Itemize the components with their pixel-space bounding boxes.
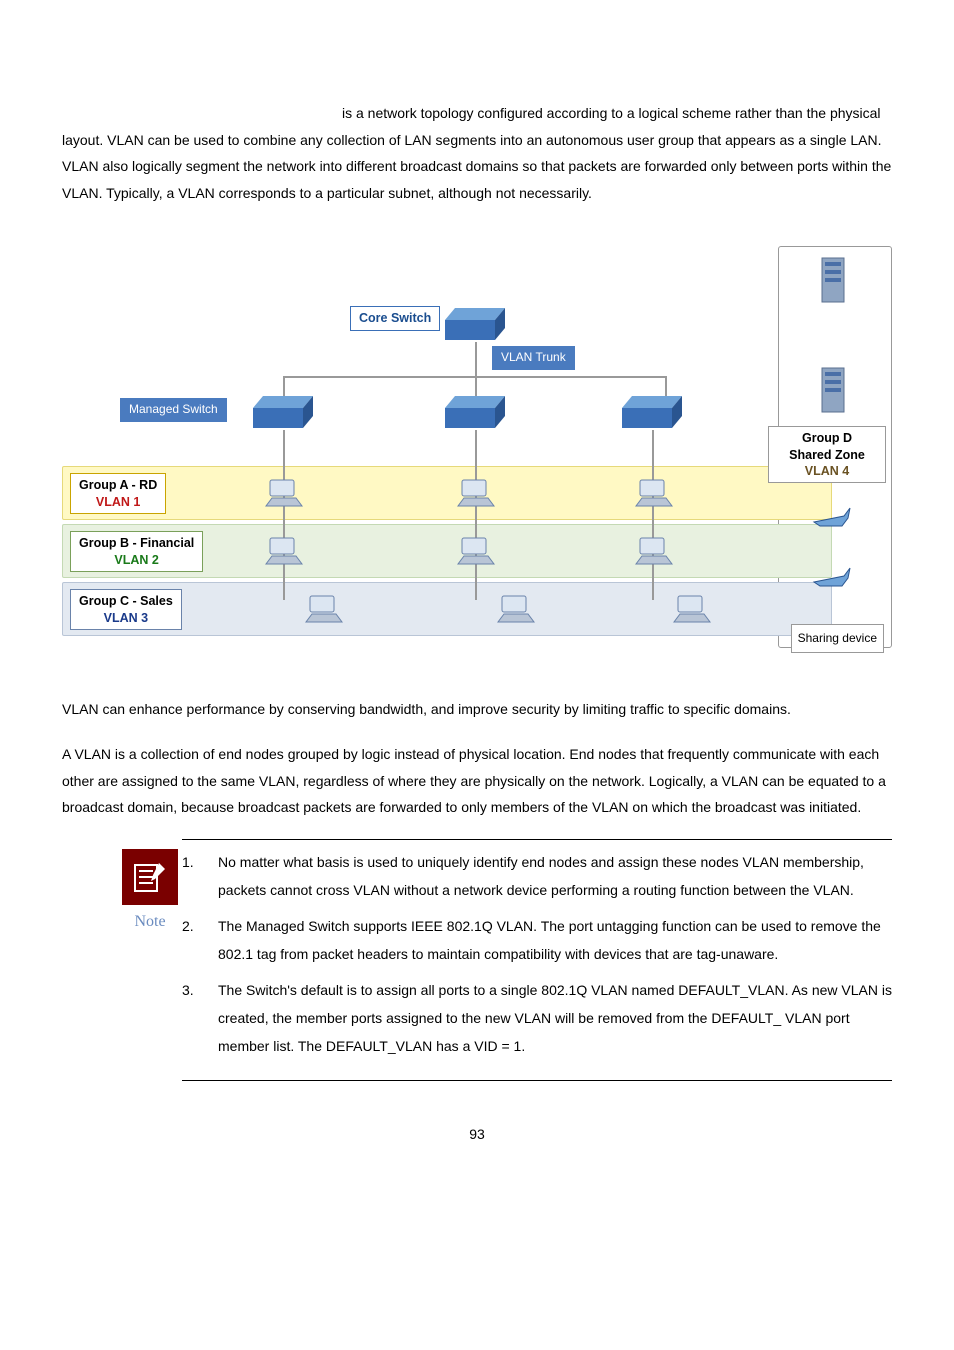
laptop-icon xyxy=(632,478,676,508)
core-switch-label: Core Switch xyxy=(350,306,440,330)
group-a-vlan: VLAN 1 xyxy=(96,495,140,509)
group-d-label: Group D Shared Zone VLAN 4 xyxy=(768,426,886,483)
note-number: 1. xyxy=(182,848,198,904)
laptop-icon xyxy=(454,536,498,566)
sharing-device-icon xyxy=(812,566,852,588)
group-b-vlan: VLAN 2 xyxy=(114,553,158,567)
managed-switch-icon xyxy=(248,396,318,430)
vlan-trunk-label: VLAN Trunk xyxy=(492,346,575,370)
page-number: 93 xyxy=(62,1121,892,1148)
note-item: 3. The Switch's default is to assign all… xyxy=(182,976,892,1060)
laptop-icon xyxy=(302,594,346,624)
link-line xyxy=(475,430,477,600)
laptop-icon xyxy=(670,594,714,624)
managed-switch-icon xyxy=(617,396,687,430)
laptop-icon xyxy=(632,536,676,566)
laptop-icon xyxy=(454,478,498,508)
group-b-label: Group B - Financial VLAN 2 xyxy=(70,531,203,572)
link-line xyxy=(475,342,477,396)
note-item: 1. No matter what basis is used to uniqu… xyxy=(182,848,892,904)
note-number: 3. xyxy=(182,976,198,1060)
note-icon-column: Note xyxy=(122,849,178,937)
group-d-title: Group D xyxy=(802,431,852,445)
note-text: The Switch's default is to assign all po… xyxy=(218,976,892,1060)
group-c-label: Group C - Sales VLAN 3 xyxy=(70,589,182,630)
group-c-title: Group C - Sales xyxy=(79,594,173,608)
group-a-title: Group A - RD xyxy=(79,478,157,492)
managed-switch-icon xyxy=(440,396,510,430)
vlan-topology-diagram: Core Switch VLAN Trunk Managed Switch Gr… xyxy=(62,226,892,666)
note-number: 2. xyxy=(182,912,198,968)
note-text: No matter what basis is used to uniquely… xyxy=(218,848,892,904)
vlan1-band xyxy=(62,466,832,520)
server-icon xyxy=(820,366,848,416)
group-d-sub: Shared Zone xyxy=(789,448,865,462)
note-list: 1. No matter what basis is used to uniqu… xyxy=(182,848,892,1068)
group-b-title: Group B - Financial xyxy=(79,536,194,550)
link-line xyxy=(665,376,667,398)
core-switch-icon xyxy=(440,308,510,342)
sharing-device-icon xyxy=(812,506,852,528)
link-line xyxy=(283,376,667,378)
note-label: Note xyxy=(122,907,178,937)
group-a-label: Group A - RD VLAN 1 xyxy=(70,473,166,514)
sharing-device-label: Sharing device xyxy=(791,624,884,653)
laptop-icon xyxy=(262,536,306,566)
server-icon xyxy=(820,256,848,306)
group-d-vlan: VLAN 4 xyxy=(805,464,849,478)
paragraph-collection: A VLAN is a collection of end nodes grou… xyxy=(62,741,892,821)
link-line xyxy=(283,430,285,600)
note-icon xyxy=(122,849,178,905)
laptop-icon xyxy=(262,478,306,508)
group-c-vlan: VLAN 3 xyxy=(104,611,148,625)
note-block: 1. No matter what basis is used to uniqu… xyxy=(182,839,892,1081)
paragraph-performance: VLAN can enhance performance by conservi… xyxy=(62,696,892,723)
managed-switch-label: Managed Switch xyxy=(120,398,227,422)
note-item: 2. The Managed Switch supports IEEE 802.… xyxy=(182,912,892,968)
note-text: The Managed Switch supports IEEE 802.1Q … xyxy=(218,912,892,968)
intro-paragraph: is a network topology configured accordi… xyxy=(62,100,892,206)
intro-text: is a network topology configured accordi… xyxy=(62,105,891,201)
link-line xyxy=(283,376,285,398)
link-line xyxy=(652,430,654,600)
laptop-icon xyxy=(494,594,538,624)
